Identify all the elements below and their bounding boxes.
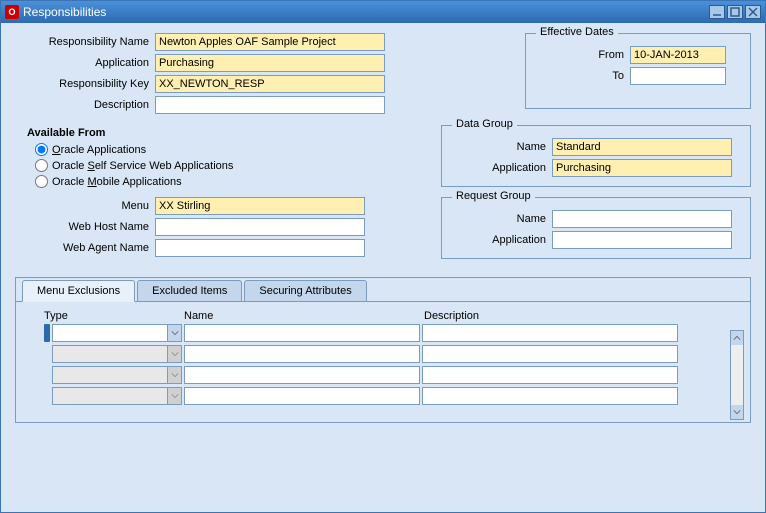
dg-name-input[interactable] xyxy=(552,138,732,156)
dg-app-input[interactable] xyxy=(552,159,732,177)
radio-mobile-input[interactable] xyxy=(35,175,48,188)
tab-securing-attributes[interactable]: Securing Attributes xyxy=(244,280,366,301)
close-button[interactable] xyxy=(745,5,761,19)
resp-key-label: Responsibility Key xyxy=(15,78,155,90)
menu-input[interactable] xyxy=(155,197,365,215)
chevron-down-icon[interactable] xyxy=(167,325,181,341)
chevron-down-icon[interactable] xyxy=(167,367,181,383)
name-input[interactable] xyxy=(184,387,420,405)
name-input[interactable] xyxy=(184,324,420,342)
effective-dates-group: Effective Dates From To xyxy=(525,33,751,109)
chevron-down-icon[interactable] xyxy=(167,346,181,362)
dg-name-label: Name xyxy=(452,141,552,153)
description-label: Description xyxy=(15,99,155,111)
row-cursor xyxy=(44,324,50,342)
to-input[interactable] xyxy=(630,67,726,85)
from-input[interactable] xyxy=(630,46,726,64)
grid-row xyxy=(44,387,740,405)
chevron-down-icon[interactable] xyxy=(167,388,181,404)
radio-oracle-apps[interactable]: Oracle Applications xyxy=(35,143,427,156)
type-input[interactable] xyxy=(52,324,182,342)
type-combo[interactable] xyxy=(52,366,182,384)
resp-name-input[interactable] xyxy=(155,33,385,51)
desc-input[interactable] xyxy=(422,366,678,384)
available-from-title: Available From xyxy=(27,127,427,139)
type-combo[interactable] xyxy=(52,324,182,342)
type-input[interactable] xyxy=(52,366,182,384)
minimize-button[interactable] xyxy=(709,5,725,19)
grid-row xyxy=(44,324,740,342)
menu-label: Menu xyxy=(15,200,155,212)
description-input[interactable] xyxy=(155,96,385,114)
type-combo[interactable] xyxy=(52,345,182,363)
responsibilities-window: O Responsibilities Responsibility Name A… xyxy=(0,0,766,513)
webagent-label: Web Agent Name xyxy=(15,242,155,254)
request-group: Request Group Name Application xyxy=(441,197,751,259)
maximize-button[interactable] xyxy=(727,5,743,19)
effective-dates-legend: Effective Dates xyxy=(536,26,618,38)
resp-name-label: Responsibility Name xyxy=(15,36,155,48)
resp-key-input[interactable] xyxy=(155,75,385,93)
type-input[interactable] xyxy=(52,345,182,363)
col-desc-header: Description xyxy=(424,310,684,322)
data-group-legend: Data Group xyxy=(452,118,517,130)
col-name-header: Name xyxy=(184,310,424,322)
data-group: Data Group Name Application xyxy=(441,125,751,187)
type-input[interactable] xyxy=(52,387,182,405)
col-type-header: Type xyxy=(44,310,184,322)
titlebar: O Responsibilities xyxy=(1,1,765,23)
webagent-input[interactable] xyxy=(155,239,365,257)
to-label: To xyxy=(536,70,630,82)
grid-row xyxy=(44,366,740,384)
scroll-down-icon[interactable] xyxy=(731,405,743,419)
radio-mobile[interactable]: Oracle Mobile Applications xyxy=(35,175,427,188)
tab-panel: Type Name Description xyxy=(16,302,750,422)
scroll-up-icon[interactable] xyxy=(731,331,743,345)
name-input[interactable] xyxy=(184,345,420,363)
grid-row xyxy=(44,345,740,363)
rq-name-input[interactable] xyxy=(552,210,732,228)
window-title: Responsibilities xyxy=(23,5,709,19)
application-input[interactable] xyxy=(155,54,385,72)
desc-input[interactable] xyxy=(422,345,678,363)
from-label: From xyxy=(536,49,630,61)
tab-menu-exclusions[interactable]: Menu Exclusions xyxy=(22,280,135,302)
rq-name-label: Name xyxy=(452,213,552,225)
dg-app-label: Application xyxy=(452,162,552,174)
desc-input[interactable] xyxy=(422,324,678,342)
oracle-icon: O xyxy=(5,5,19,19)
radio-oracle-apps-input[interactable] xyxy=(35,143,48,156)
radio-self-service-input[interactable] xyxy=(35,159,48,172)
desc-input[interactable] xyxy=(422,387,678,405)
tab-excluded-items[interactable]: Excluded Items xyxy=(137,280,242,301)
webhost-label: Web Host Name xyxy=(15,221,155,233)
application-label: Application xyxy=(15,57,155,69)
radio-self-service[interactable]: Oracle Self Service Web Applications xyxy=(35,159,427,172)
type-combo[interactable] xyxy=(52,387,182,405)
tabs-container: Menu Exclusions Excluded Items Securing … xyxy=(15,277,751,423)
webhost-input[interactable] xyxy=(155,218,365,236)
scrollbar[interactable] xyxy=(730,330,744,420)
rq-app-label: Application xyxy=(452,234,552,246)
name-input[interactable] xyxy=(184,366,420,384)
rq-app-input[interactable] xyxy=(552,231,732,249)
request-group-legend: Request Group xyxy=(452,190,535,202)
